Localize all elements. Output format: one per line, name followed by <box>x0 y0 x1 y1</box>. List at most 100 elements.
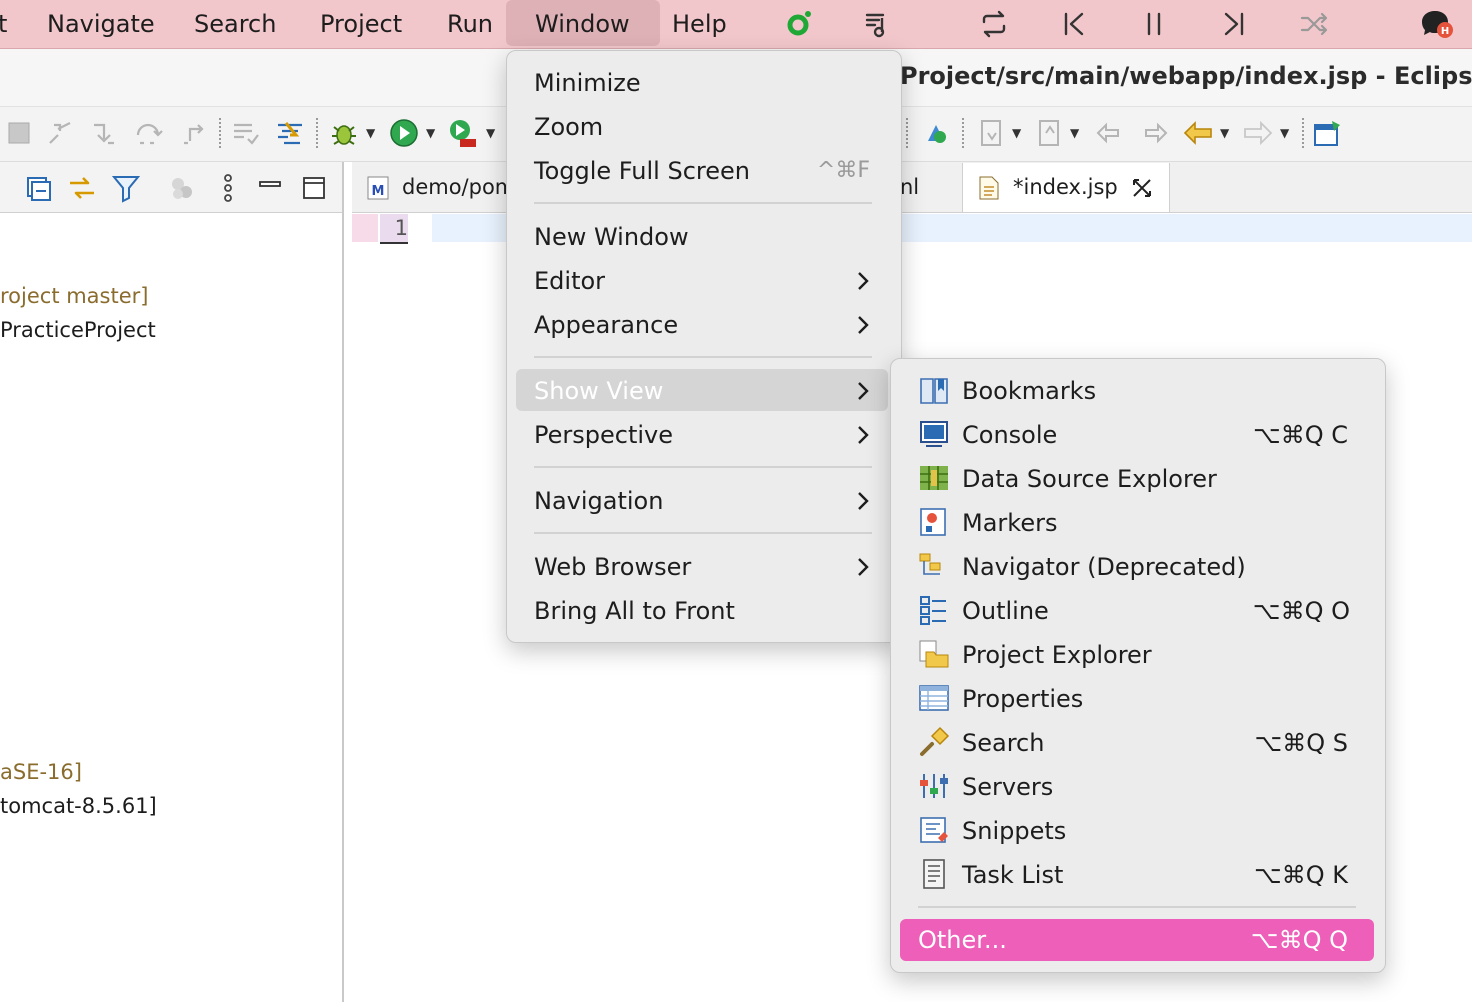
view-item-search[interactable]: Search <box>962 721 1044 765</box>
previous-annotation-dropdown-arrow[interactable]: ▼ <box>1070 126 1079 140</box>
navigator-icon <box>919 553 941 575</box>
tab-partial[interactable]: nl <box>898 163 958 212</box>
chevron-right-icon <box>858 492 869 510</box>
view-menu-icon[interactable] <box>212 172 244 204</box>
previous-annotation-icon[interactable] <box>1034 117 1066 149</box>
back-icon[interactable] <box>1182 117 1214 149</box>
view-item-markers[interactable]: Markers <box>962 501 1057 545</box>
menu-separator <box>534 532 872 534</box>
menu-item-perspective[interactable]: Perspective <box>534 413 673 457</box>
view-item-data-source-explorer[interactable]: Data Source Explorer <box>962 457 1217 501</box>
open-perspective-icon[interactable] <box>1312 117 1344 149</box>
next-track-icon[interactable] <box>1218 8 1250 40</box>
next-annotation-dropdown-arrow[interactable]: ▼ <box>1012 126 1021 140</box>
skip-breakpoints-icon[interactable] <box>274 117 306 149</box>
tree-item-git-branch[interactable]: roject master] <box>0 284 148 308</box>
filter-icon[interactable] <box>110 172 142 204</box>
view-item-outline[interactable]: Outline <box>962 589 1049 633</box>
menu-separator <box>534 356 872 358</box>
forward-dropdown-arrow[interactable]: ▼ <box>1280 126 1289 140</box>
minimize-view-icon[interactable] <box>254 172 286 204</box>
view-item-servers[interactable]: Servers <box>962 765 1053 809</box>
view-item-navigator[interactable]: Navigator (Deprecated) <box>962 545 1246 589</box>
link-with-editor-icon[interactable] <box>66 172 98 204</box>
toolbar-separator <box>1302 118 1306 148</box>
toolbar-separator <box>906 118 910 148</box>
tree-item-server-runtime[interactable]: tomcat-8.5.61] <box>0 794 157 818</box>
shortcut-console: ⌥⌘Q C <box>1253 421 1348 449</box>
menu-item-web-browser[interactable]: Web Browser <box>534 545 691 589</box>
run-dropdown-arrow[interactable]: ▼ <box>426 126 435 140</box>
stop-icon[interactable] <box>4 117 36 149</box>
view-item-properties[interactable]: Properties <box>962 677 1083 721</box>
forward-icon[interactable] <box>1242 117 1274 149</box>
chevron-right-icon <box>858 558 869 576</box>
svg-text:M: M <box>372 184 385 199</box>
menu-run[interactable]: Run <box>447 0 493 48</box>
step-into-icon[interactable] <box>88 117 120 149</box>
use-step-filters-icon[interactable] <box>230 117 262 149</box>
menu-item-toggle-full-screen[interactable]: Toggle Full Screen <box>534 149 750 193</box>
shortcut-other: ⌥⌘Q Q <box>1250 926 1348 954</box>
task-list-icon <box>923 859 945 889</box>
chevron-right-icon <box>858 426 869 444</box>
project-explorer-icon <box>919 640 949 668</box>
tab-index-jsp-label: *index.jsp <box>1013 175 1118 199</box>
view-item-task-list[interactable]: Task List <box>962 853 1063 897</box>
close-icon[interactable] <box>1131 177 1153 199</box>
view-item-bookmarks[interactable]: Bookmarks <box>962 369 1096 413</box>
menu-help[interactable]: Help <box>672 0 727 48</box>
view-item-other[interactable]: Other... <box>918 919 1007 961</box>
menu-project[interactable]: Project <box>320 0 402 48</box>
tree-item-jre[interactable]: aSE-16] <box>0 760 82 784</box>
menu-item-minimize[interactable]: Minimize <box>534 61 641 105</box>
menu-item-new-window[interactable]: New Window <box>534 215 689 259</box>
menu-window[interactable]: Window <box>535 0 630 48</box>
green-status-icon[interactable] <box>783 8 815 40</box>
view-item-project-explorer[interactable]: Project Explorer <box>962 633 1152 677</box>
run-icon[interactable] <box>388 117 420 149</box>
menu-search[interactable]: Search <box>194 0 276 48</box>
view-item-snippets[interactable]: Snippets <box>962 809 1066 853</box>
step-over-icon[interactable] <box>132 117 164 149</box>
view-item-console[interactable]: Console <box>962 413 1057 457</box>
deploy-icon[interactable] <box>920 117 952 149</box>
tab-pom[interactable]: M demo/pom <box>354 163 515 212</box>
previous-track-icon[interactable] <box>1058 8 1090 40</box>
shuffle-icon[interactable] <box>1298 8 1330 40</box>
maximize-view-icon[interactable] <box>298 172 330 204</box>
step-return-icon[interactable] <box>176 117 208 149</box>
menu-item-editor[interactable]: Editor <box>534 259 605 303</box>
line-number: 1 <box>380 214 408 244</box>
run-server-icon[interactable] <box>446 117 478 149</box>
menu-edit-partial[interactable]: t <box>0 0 7 48</box>
run-server-dropdown-arrow[interactable]: ▼ <box>486 126 495 140</box>
menu-item-show-view[interactable]: Show View <box>534 369 663 413</box>
next-annotation-icon[interactable] <box>976 117 1008 149</box>
console-icon <box>920 421 948 447</box>
forward-edit-icon[interactable] <box>1138 117 1170 149</box>
data-source-explorer-icon <box>920 466 948 490</box>
back-dropdown-arrow[interactable]: ▼ <box>1220 126 1229 140</box>
pause-icon[interactable] <box>1138 8 1170 40</box>
tab-partial-label: nl <box>900 175 920 199</box>
debug-icon[interactable] <box>328 117 360 149</box>
disconnect-icon[interactable] <box>44 117 76 149</box>
music-icon[interactable] <box>862 8 894 40</box>
menu-separator <box>918 906 1356 908</box>
menu-item-navigation[interactable]: Navigation <box>534 479 663 523</box>
collapse-all-icon[interactable] <box>22 172 54 204</box>
menu-separator <box>534 202 872 204</box>
chat-notification-icon[interactable]: H <box>1418 8 1458 40</box>
repeat-icon[interactable] <box>978 8 1010 40</box>
debug-dropdown-arrow[interactable]: ▼ <box>366 126 375 140</box>
tree-item-project[interactable]: PracticeProject <box>0 318 156 342</box>
working-sets-icon[interactable] <box>166 172 198 204</box>
tab-index-jsp[interactable]: *index.jsp <box>962 163 1170 212</box>
menu-navigate[interactable]: Navigate <box>47 0 155 48</box>
toolbar-separator <box>219 118 223 148</box>
last-edit-location-icon[interactable] <box>1094 117 1126 149</box>
menu-item-zoom[interactable]: Zoom <box>534 105 603 149</box>
menu-item-bring-all-to-front[interactable]: Bring All to Front <box>534 589 735 633</box>
menu-item-appearance[interactable]: Appearance <box>534 303 678 347</box>
